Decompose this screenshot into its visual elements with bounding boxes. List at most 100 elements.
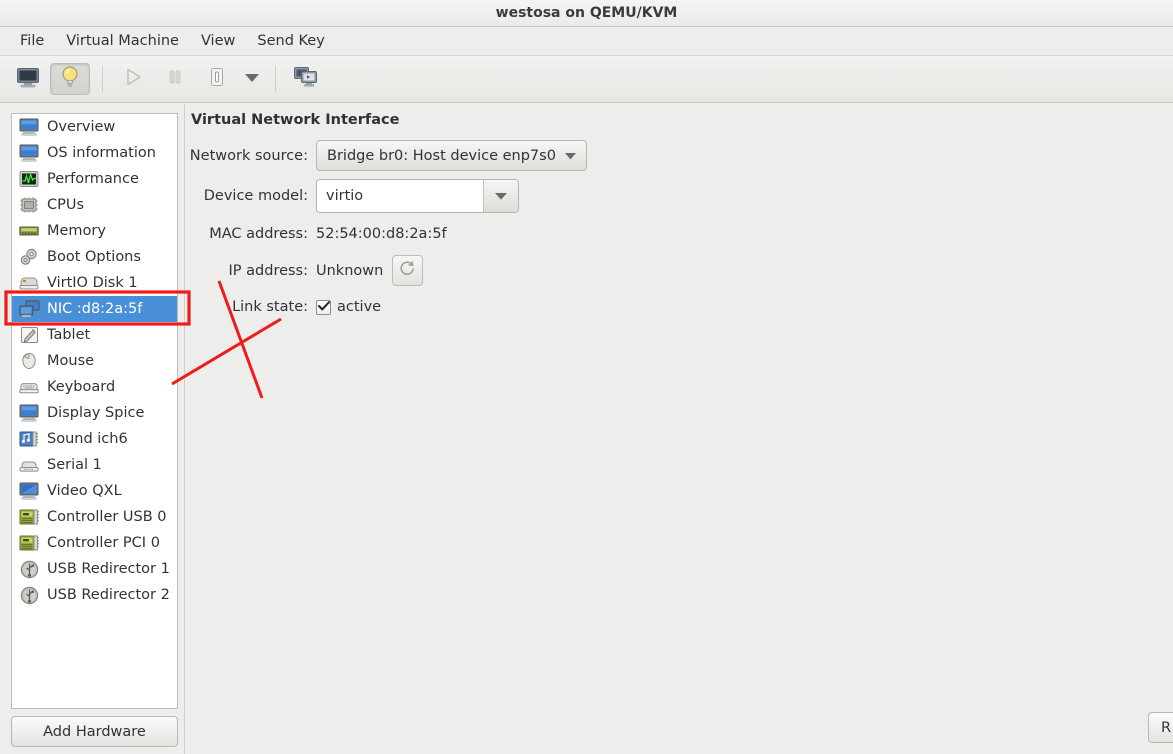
check-icon bbox=[317, 299, 330, 315]
mac-address-label: MAC address: bbox=[209, 226, 308, 242]
window-titlebar: westosa on QEMU/KVM bbox=[0, 0, 1173, 27]
link-state-label: Link state: bbox=[232, 299, 308, 315]
sidebar-item-overview[interactable]: Overview bbox=[12, 114, 177, 140]
run-button[interactable] bbox=[113, 63, 153, 95]
play-icon bbox=[122, 66, 144, 92]
chip-icon bbox=[18, 195, 40, 215]
monitor-icon bbox=[18, 143, 40, 163]
network-source-label: Network source: bbox=[189, 147, 308, 164]
power-icon bbox=[207, 66, 227, 92]
sidebar-item-boot-options[interactable]: Boot Options bbox=[12, 244, 177, 270]
menu-send-key[interactable]: Send Key bbox=[246, 30, 335, 52]
sidebar-item-memory[interactable]: Memory bbox=[12, 218, 177, 244]
sidebar-item-mouse[interactable]: Mouse bbox=[12, 348, 177, 374]
sidebar-item-label: NIC :d8:2a:5f bbox=[47, 301, 143, 317]
sidebar: Overview OS information Performance CPUs… bbox=[0, 104, 184, 754]
screens-icon bbox=[293, 65, 319, 93]
sidebar-item-label: Video QXL bbox=[47, 483, 122, 499]
sidebar-item-label: OS information bbox=[47, 145, 156, 161]
refresh-icon bbox=[399, 260, 416, 281]
page-title: Virtual Network Interface bbox=[191, 112, 400, 128]
snapshots-button[interactable] bbox=[286, 63, 326, 95]
sidebar-item-label: Serial 1 bbox=[47, 457, 102, 473]
link-state-checkbox[interactable] bbox=[316, 299, 331, 315]
shutdown-dropdown-button[interactable] bbox=[239, 63, 265, 95]
sidebar-item-usb-redirector-2[interactable]: USB Redirector 2 bbox=[12, 582, 177, 608]
sidebar-item-display-spice[interactable]: Display Spice bbox=[12, 400, 177, 426]
usb-icon bbox=[18, 559, 40, 579]
toolbar-separator bbox=[102, 66, 103, 92]
menu-virtual-machine[interactable]: Virtual Machine bbox=[55, 30, 190, 52]
memory-icon bbox=[18, 221, 40, 241]
link-state-checkbox-label: active bbox=[337, 299, 382, 315]
toolbar-separator-2 bbox=[275, 66, 276, 92]
details-pane: Virtual Network Interface Network source… bbox=[185, 104, 1173, 754]
tablet-icon bbox=[18, 325, 40, 345]
network-source-select[interactable]: Bridge br0: Host device enp7s0 bbox=[316, 140, 587, 171]
sidebar-item-label: Overview bbox=[47, 119, 116, 135]
sidebar-item-label: USB Redirector 1 bbox=[47, 561, 170, 577]
sidebar-item-label: CPUs bbox=[47, 197, 85, 213]
mac-address-row: MAC address: 52:54:00:d8:2a:5f bbox=[185, 221, 1173, 247]
keyboard-icon bbox=[18, 377, 40, 397]
add-hardware-button[interactable]: Add Hardware bbox=[11, 716, 178, 747]
sidebar-item-keyboard[interactable]: Keyboard bbox=[12, 374, 177, 400]
shutdown-button[interactable] bbox=[197, 63, 237, 95]
sidebar-item-label: Tablet bbox=[47, 327, 91, 343]
device-model-combo[interactable]: virtio bbox=[316, 179, 519, 213]
sidebar-item-nic[interactable]: NIC :d8:2a:5f bbox=[12, 296, 177, 322]
pause-button[interactable] bbox=[155, 63, 195, 95]
nic-icon bbox=[18, 299, 40, 319]
sidebar-item-tablet[interactable]: Tablet bbox=[12, 322, 177, 348]
sidebar-item-label: Boot Options bbox=[47, 249, 141, 265]
ip-address-label: IP address: bbox=[228, 262, 308, 279]
sidebar-item-virtio-disk-1[interactable]: VirtIO Disk 1 bbox=[12, 270, 177, 296]
menubar: File Virtual Machine View Send Key bbox=[0, 27, 1173, 56]
remove-button[interactable]: R bbox=[1148, 712, 1173, 743]
device-model-input[interactable]: virtio bbox=[317, 180, 483, 212]
monitor-icon bbox=[18, 403, 40, 423]
menu-file[interactable]: File bbox=[9, 30, 55, 52]
sidebar-item-usb-redirector-1[interactable]: USB Redirector 1 bbox=[12, 556, 177, 582]
sidebar-item-label: Keyboard bbox=[47, 379, 116, 395]
remove-button-label: R bbox=[1161, 719, 1172, 736]
sidebar-item-label: Memory bbox=[47, 223, 106, 239]
menu-view[interactable]: View bbox=[190, 30, 246, 52]
disk-icon bbox=[18, 273, 40, 293]
sidebar-item-label: USB Redirector 2 bbox=[47, 587, 170, 603]
mac-address-value: 52:54:00:d8:2a:5f bbox=[316, 226, 447, 242]
device-model-dropdown-button[interactable] bbox=[483, 180, 518, 212]
monitor-icon bbox=[16, 67, 40, 92]
sidebar-item-cpus[interactable]: CPUs bbox=[12, 192, 177, 218]
sidebar-item-os-information[interactable]: OS information bbox=[12, 140, 177, 166]
sidebar-item-label: Sound ich6 bbox=[47, 431, 128, 447]
chevron-down-icon bbox=[495, 188, 507, 204]
sidebar-item-serial[interactable]: Serial 1 bbox=[12, 452, 177, 478]
sidebar-item-label: VirtIO Disk 1 bbox=[47, 275, 138, 291]
mouse-icon bbox=[18, 351, 40, 371]
add-hardware-label: Add Hardware bbox=[43, 723, 146, 740]
hardware-device-list[interactable]: Overview OS information Performance CPUs… bbox=[11, 113, 178, 709]
controller-icon bbox=[18, 533, 40, 553]
sidebar-item-video[interactable]: Video QXL bbox=[12, 478, 177, 504]
sidebar-item-label: Controller USB 0 bbox=[47, 509, 167, 525]
sidebar-item-controller-usb[interactable]: Controller USB 0 bbox=[12, 504, 177, 530]
network-source-value: Bridge br0: Host device enp7s0 bbox=[327, 147, 556, 164]
sidebar-item-controller-pci[interactable]: Controller PCI 0 bbox=[12, 530, 177, 556]
sidebar-item-label: Controller PCI 0 bbox=[47, 535, 160, 551]
show-console-button[interactable] bbox=[8, 63, 48, 95]
video-icon bbox=[18, 481, 40, 501]
sidebar-item-performance[interactable]: Performance bbox=[12, 166, 177, 192]
pause-icon bbox=[165, 67, 185, 91]
device-model-row: Device model: virtio bbox=[185, 179, 1173, 213]
usb-icon bbox=[18, 585, 40, 605]
toolbar bbox=[0, 56, 1173, 103]
sidebar-item-label: Performance bbox=[47, 171, 139, 187]
ip-address-value: Unknown bbox=[316, 262, 384, 279]
ip-refresh-button[interactable] bbox=[392, 255, 424, 286]
network-interface-form: Network source: Bridge br0: Host device … bbox=[185, 140, 1173, 328]
show-details-button[interactable] bbox=[50, 63, 90, 95]
chevron-down-icon bbox=[564, 148, 576, 164]
sidebar-item-sound[interactable]: Sound ich6 bbox=[12, 426, 177, 452]
chevron-down-icon bbox=[245, 71, 259, 87]
